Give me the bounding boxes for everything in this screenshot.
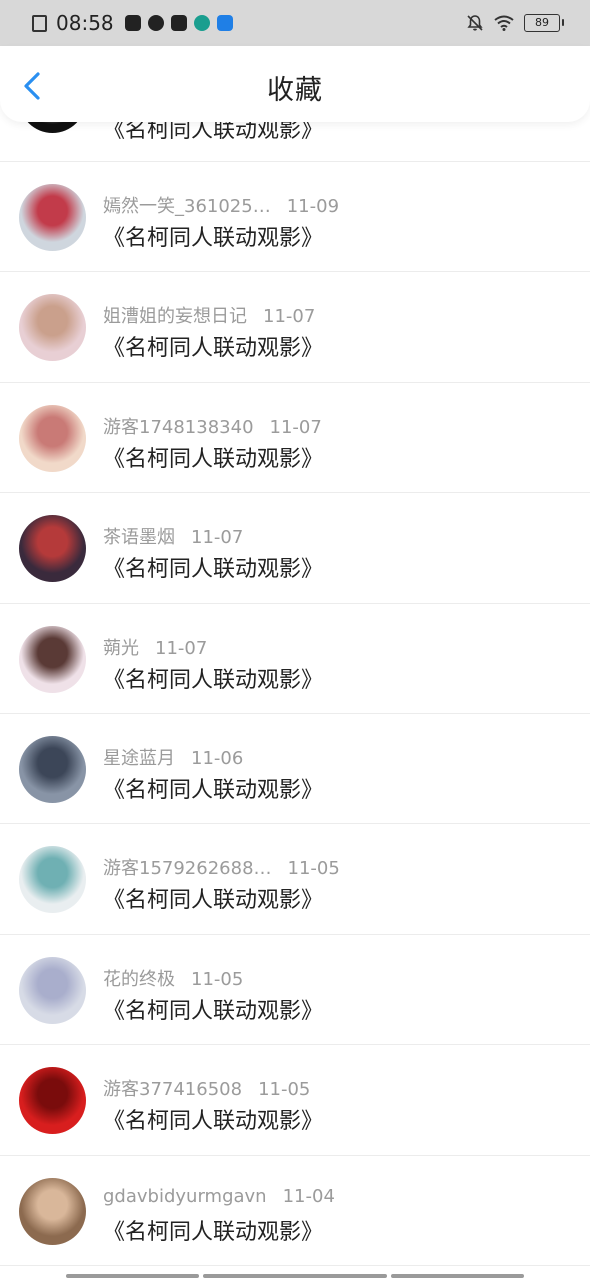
favorite-item[interactable]: 游客1579262688… 11-05 《名柯同人联动观影》 [0,824,590,935]
item-date: 11-06 [191,747,244,769]
item-title[interactable]: 《名柯同人联动观影》 [103,551,323,583]
l-app-icon [193,15,210,31]
item-date: 11-05 [258,1079,311,1101]
item-date: 11-05 [287,858,340,880]
item-title[interactable]: 《名柯同人联动观影》 [103,1214,323,1246]
item-title[interactable]: 《名柯同人联动观影》 [103,441,323,473]
item-meta: 星途蓝月 11-06 [103,744,243,770]
battery-level: 89 [535,16,549,29]
mute-bell-icon [467,15,483,31]
gesture-bar-center [203,1274,387,1278]
compass-icon [147,15,164,31]
item-date: 11-07 [269,416,322,438]
avatar[interactable] [19,625,86,693]
item-title[interactable]: 《名柯同人联动观影》 [103,772,323,804]
avatar[interactable] [19,735,86,803]
avatar[interactable] [19,515,86,583]
wifi-icon [494,15,514,31]
item-username[interactable]: 嫣然一笑_361025… [103,196,271,217]
item-date: 11-07 [191,527,244,549]
item-meta: 游客377416508 11-05 [103,1075,310,1101]
blue-app-icon [216,15,233,31]
favorite-item[interactable]: 姐漕姐的妄想日记 11-07 《名柯同人联动观影》 [0,272,590,383]
gesture-bar-left [66,1274,199,1278]
avatar[interactable] [19,404,86,472]
item-meta: 游客1579262688… 11-05 [103,854,340,880]
favorite-item[interactable]: 花的终极 11-05 《名柯同人联动观影》 [0,935,590,1046]
favorite-item[interactable]: 茶语墨烟 11-07 《名柯同人联动观影》 [0,493,590,604]
item-title[interactable]: 《名柯同人联动观影》 [103,220,323,252]
video-app-icon [170,15,187,31]
item-username[interactable]: 茶语墨烟 [103,527,175,548]
item-username[interactable]: 蒴光 [103,638,139,659]
status-bar: 08:58 89 [0,0,590,46]
item-meta: 姐漕姐的妄想日记 11-07 [103,302,315,328]
item-title[interactable]: 《名柯同人联动观影》 [103,993,323,1025]
item-username[interactable]: 游客1748138340 [103,417,254,438]
app-notification-icon [124,15,141,31]
item-meta: gdavbidyurmgavn 11-04 [103,1186,335,1207]
item-date: 11-04 [282,1185,335,1207]
item-username[interactable]: 游客377416508 [103,1079,242,1100]
sim-off-icon [32,14,47,32]
gesture-bar-right [391,1274,524,1278]
favorite-item[interactable]: 嫣然一笑_361025… 11-09 《名柯同人联动观影》 [0,162,590,273]
favorites-list: 《名柯同人联动观影》 嫣然一笑_361025… 11-09 《名柯同人联动观影》 姐漕姐… [0,88,590,1266]
item-title[interactable]: 《名柯同人联动观影》 [103,330,323,362]
item-date: 11-05 [191,968,244,990]
item-title[interactable]: 《名柯同人联动观影》 [103,662,323,694]
divider [0,1264,590,1266]
item-meta: 蒴光 11-07 [103,634,207,660]
item-username[interactable]: 姐漕姐的妄想日记 [103,306,247,327]
avatar[interactable] [19,184,86,251]
avatar[interactable] [19,846,86,914]
avatar[interactable] [19,956,86,1024]
item-date: 11-07 [263,306,316,328]
status-time: 08:58 [56,11,114,35]
item-meta: 嫣然一笑_361025… 11-09 [103,192,339,218]
avatar[interactable] [19,1177,86,1245]
item-username[interactable]: 星途蓝月 [103,748,175,769]
favorite-item[interactable]: 星途蓝月 11-06 《名柯同人联动观影》 [0,714,590,825]
battery-icon: 89 [524,14,564,32]
item-title[interactable]: 《名柯同人联动观影》 [103,1103,323,1135]
item-username[interactable]: gdavbidyurmgavn [103,1186,267,1207]
item-meta: 茶语墨烟 11-07 [103,523,243,549]
avatar[interactable] [19,1067,86,1135]
item-date: 11-07 [155,637,208,659]
page-header: 收藏 [0,46,590,122]
item-username[interactable]: 花的终极 [103,969,175,990]
favorite-item[interactable]: 游客377416508 11-05 《名柯同人联动观影》 [0,1045,590,1156]
page-title: 收藏 [267,75,323,106]
favorite-item[interactable]: 游客1748138340 11-07 《名柯同人联动观影》 [0,383,590,494]
item-date: 11-09 [286,196,340,217]
favorite-item[interactable]: gdavbidyurmgavn 11-04 《名柯同人联动观影》 [0,1156,590,1266]
item-username[interactable]: 游客1579262688… [103,858,272,879]
item-meta: 游客1748138340 11-07 [103,413,322,439]
avatar[interactable] [19,294,86,362]
favorite-item[interactable]: 蒴光 11-07 《名柯同人联动观影》 [0,604,590,714]
item-title[interactable]: 《名柯同人联动观影》 [103,882,323,914]
item-meta: 花的终极 11-05 [103,965,243,991]
